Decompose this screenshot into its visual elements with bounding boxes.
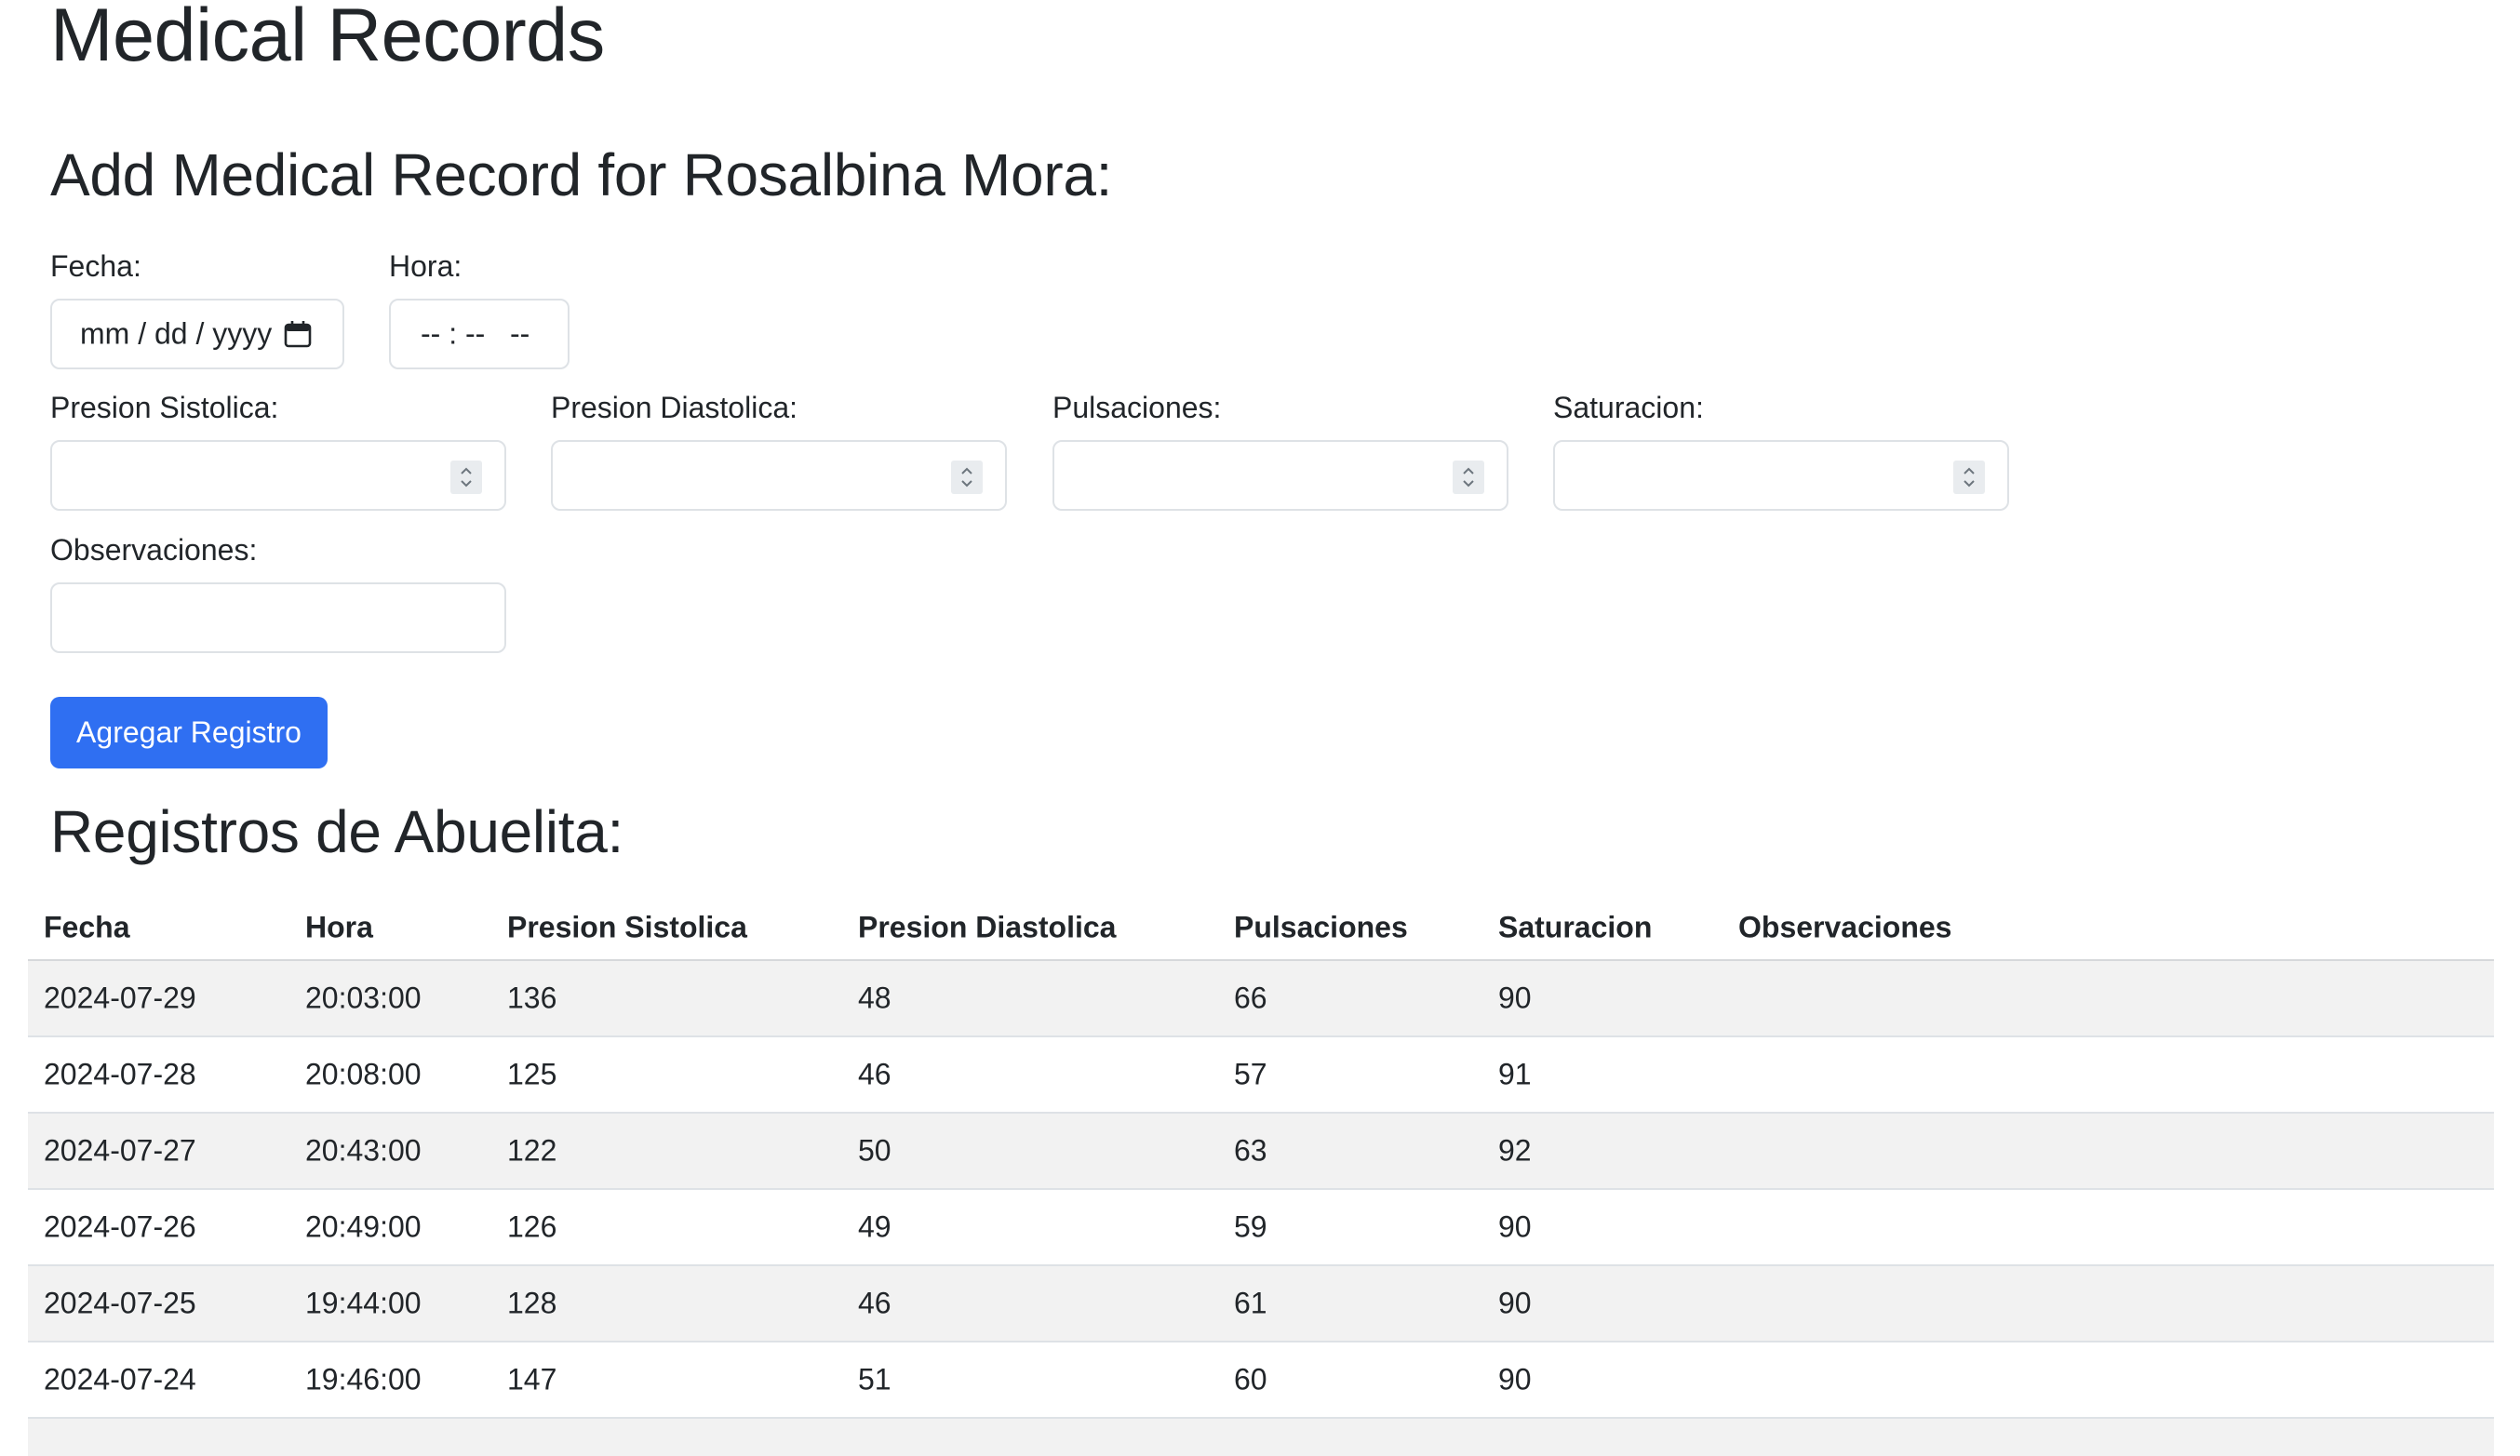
form-title: Add Medical Record for Rosalbina Mora:	[50, 141, 1113, 208]
cell-sistolica: 128	[507, 1286, 557, 1320]
cell-sistolica: 136	[507, 981, 557, 1015]
cell-hora: 20:08:00	[305, 1057, 422, 1091]
column-header-saturacion[interactable]: Saturacion	[1498, 910, 1652, 944]
pulsaciones-label: Pulsaciones:	[1052, 391, 1222, 424]
cell-saturacion: 90	[1498, 981, 1532, 1015]
sistolica-label: Presion Sistolica:	[50, 391, 279, 424]
cell-saturacion: 90	[1498, 1286, 1532, 1320]
cell-diastolica: 46	[858, 1057, 891, 1091]
cell-diastolica: 49	[858, 1209, 891, 1244]
table-row[interactable]	[28, 1419, 2494, 1456]
hora-input[interactable]: -- : -- --	[389, 299, 570, 369]
cell-pulsaciones: 63	[1234, 1133, 1267, 1168]
table-row[interactable]: 2024-07-26 20:49:00 126 49 59 90	[28, 1190, 2494, 1266]
fecha-placeholder: mm / dd / yyyy	[80, 316, 273, 351]
table-row[interactable]: 2024-07-28 20:08:00 125 46 57 91	[28, 1037, 2494, 1114]
diastolica-input[interactable]	[551, 440, 1007, 511]
cell-pulsaciones: 61	[1234, 1286, 1267, 1320]
diastolica-label: Presion Diastolica:	[551, 391, 798, 424]
table-body: 2024-07-29 20:03:00 136 48 66 90 2024-07…	[28, 961, 2494, 1456]
cell-sistolica: 122	[507, 1133, 557, 1168]
cell-pulsaciones: 57	[1234, 1057, 1267, 1091]
observaciones-input[interactable]	[50, 582, 506, 653]
spinner-arrows-icon[interactable]	[450, 461, 482, 494]
sistolica-input[interactable]	[50, 440, 506, 511]
fecha-label: Fecha:	[50, 249, 141, 283]
page-title: Medical Records	[50, 0, 605, 77]
column-header-pulsaciones[interactable]: Pulsaciones	[1234, 910, 1408, 944]
column-header-sistolica[interactable]: Presion Sistolica	[507, 910, 747, 944]
pulsaciones-input[interactable]	[1052, 440, 1508, 511]
table-row[interactable]: 2024-07-29 20:03:00 136 48 66 90	[28, 961, 2494, 1037]
cell-fecha: 2024-07-26	[44, 1209, 196, 1244]
saturacion-label: Saturacion:	[1553, 391, 1704, 424]
cell-hora: 19:44:00	[305, 1286, 422, 1320]
cell-fecha: 2024-07-27	[44, 1133, 196, 1168]
table-header-row: Fecha Hora Presion Sistolica Presion Dia…	[28, 895, 2494, 961]
spinner-arrows-icon[interactable]	[1453, 461, 1484, 494]
column-header-diastolica[interactable]: Presion Diastolica	[858, 910, 1116, 944]
cell-fecha: 2024-07-28	[44, 1057, 196, 1091]
records-table: Fecha Hora Presion Sistolica Presion Dia…	[28, 895, 2494, 1456]
column-header-observaciones[interactable]: Observaciones	[1738, 910, 1951, 944]
cell-diastolica: 50	[858, 1133, 891, 1168]
hora-label: Hora:	[389, 249, 462, 283]
cell-sistolica: 126	[507, 1209, 557, 1244]
column-header-fecha[interactable]: Fecha	[44, 910, 129, 944]
cell-pulsaciones: 60	[1234, 1362, 1267, 1396]
table-row[interactable]: 2024-07-25 19:44:00 128 46 61 90	[28, 1266, 2494, 1342]
fecha-input[interactable]: mm / dd / yyyy	[50, 299, 344, 369]
table-row[interactable]: 2024-07-27 20:43:00 122 50 63 92	[28, 1114, 2494, 1190]
cell-fecha: 2024-07-29	[44, 981, 196, 1015]
cell-sistolica: 147	[507, 1362, 557, 1396]
cell-saturacion: 90	[1498, 1362, 1532, 1396]
spinner-arrows-icon[interactable]	[951, 461, 983, 494]
observaciones-label: Observaciones:	[50, 533, 258, 567]
cell-saturacion: 90	[1498, 1209, 1532, 1244]
cell-fecha: 2024-07-25	[44, 1286, 196, 1320]
cell-diastolica: 46	[858, 1286, 891, 1320]
cell-pulsaciones: 59	[1234, 1209, 1267, 1244]
cell-saturacion: 92	[1498, 1133, 1532, 1168]
cell-sistolica: 125	[507, 1057, 557, 1091]
table-row[interactable]: 2024-07-24 19:46:00 147 51 60 90	[28, 1342, 2494, 1419]
saturacion-input[interactable]	[1553, 440, 2009, 511]
cell-hora: 20:43:00	[305, 1133, 422, 1168]
column-header-hora[interactable]: Hora	[305, 910, 373, 944]
records-title: Registros de Abuelita:	[50, 798, 623, 865]
cell-hora: 20:49:00	[305, 1209, 422, 1244]
cell-hora: 20:03:00	[305, 981, 422, 1015]
cell-pulsaciones: 66	[1234, 981, 1267, 1015]
calendar-icon[interactable]	[283, 319, 313, 349]
cell-saturacion: 91	[1498, 1057, 1532, 1091]
cell-diastolica: 48	[858, 981, 891, 1015]
cell-diastolica: 51	[858, 1362, 891, 1396]
cell-hora: 19:46:00	[305, 1362, 422, 1396]
agregar-registro-button[interactable]: Agregar Registro	[50, 697, 328, 768]
spinner-arrows-icon[interactable]	[1953, 461, 1985, 494]
hora-placeholder: -- : -- --	[421, 316, 530, 351]
cell-fecha: 2024-07-24	[44, 1362, 196, 1396]
